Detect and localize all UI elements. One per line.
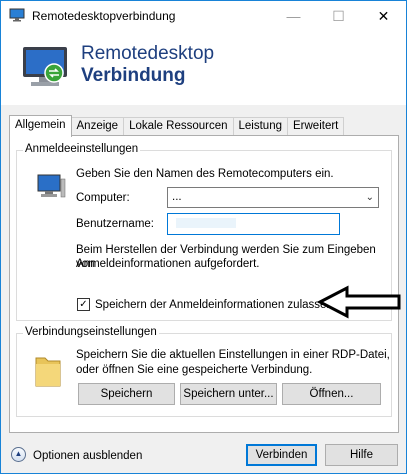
computer-label: Computer: <box>76 192 130 204</box>
computer-value: ... <box>172 191 182 203</box>
connection-settings-group: Verbindungseinstellungen Speichern Sie d… <box>16 326 392 417</box>
chevron-down-icon[interactable]: ⌄ <box>366 188 374 207</box>
username-field[interactable] <box>167 213 340 235</box>
logon-group-title: Anmeldeeinstellungen <box>23 143 141 155</box>
save-credentials-checkbox[interactable]: ✓ <box>77 298 90 311</box>
username-value <box>176 218 236 228</box>
close-icon: ✕ <box>377 7 390 24</box>
connection-text-line1: Speichern Sie die aktuellen Einstellunge… <box>76 349 390 361</box>
remote-desktop-app-icon <box>9 8 25 22</box>
maximize-icon: ☐ <box>332 7 345 24</box>
minimize-button[interactable]: — <box>271 1 316 31</box>
save-button[interactable]: Speichern <box>78 383 175 405</box>
minimize-icon: — <box>286 8 301 24</box>
connection-group-title: Verbindungseinstellungen <box>23 326 159 338</box>
save-credentials-label[interactable]: Speichern der Anmeldeinformationen zulas… <box>95 298 333 312</box>
instruction-text: Geben Sie den Namen des Remotecomputers … <box>76 168 334 180</box>
folder-icon <box>35 357 61 387</box>
banner-title-line1: Remotedesktop <box>81 43 215 64</box>
save-as-button[interactable]: Speichern unter... <box>180 383 277 405</box>
username-label: Benutzername: <box>76 218 154 230</box>
connection-text-line2: oder öffnen Sie eine gespeicherte Verbin… <box>76 364 313 376</box>
open-button[interactable]: Öffnen... <box>282 383 381 405</box>
close-button[interactable]: ✕ <box>361 1 406 31</box>
tab-strip: Allgemein Anzeige Lokale Ressourcen Leis… <box>9 115 345 137</box>
options-toggle-link[interactable]: Optionen ausblenden <box>33 449 142 463</box>
help-button[interactable]: Hilfe <box>325 444 398 466</box>
rdp-window: Remotedesktopverbindung — ☐ ✕ Remotedesk… <box>0 0 407 474</box>
title-bar[interactable]: Remotedesktopverbindung — ☐ ✕ <box>1 1 406 31</box>
connect-button[interactable]: Verbinden <box>246 444 317 466</box>
info-text-line2: Anmeldeinformationen aufgefordert. <box>76 258 260 270</box>
maximize-button[interactable]: ☐ <box>316 1 361 31</box>
tab-erweitert[interactable]: Erweitert <box>287 117 345 136</box>
chevron-up-icon[interactable]: ▲ <box>11 447 26 462</box>
remote-desktop-logo-icon <box>23 47 67 86</box>
tab-lokale-ressourcen[interactable]: Lokale Ressourcen <box>123 117 234 136</box>
computer-icon <box>37 174 66 198</box>
computer-combobox[interactable]: ... ⌄ <box>167 187 379 208</box>
tab-panel-allgemein: Anmeldeeinstellungen Geben Sie den Namen… <box>9 135 399 433</box>
tab-leistung[interactable]: Leistung <box>232 117 288 136</box>
banner-title-line2: Verbindung <box>81 65 186 86</box>
annotation-arrow-icon <box>317 285 401 319</box>
header-banner: Remotedesktop Verbindung <box>1 31 406 105</box>
tab-allgemein[interactable]: Allgemein <box>9 115 72 137</box>
window-title: Remotedesktopverbindung <box>32 9 176 23</box>
tab-anzeige[interactable]: Anzeige <box>70 117 125 136</box>
